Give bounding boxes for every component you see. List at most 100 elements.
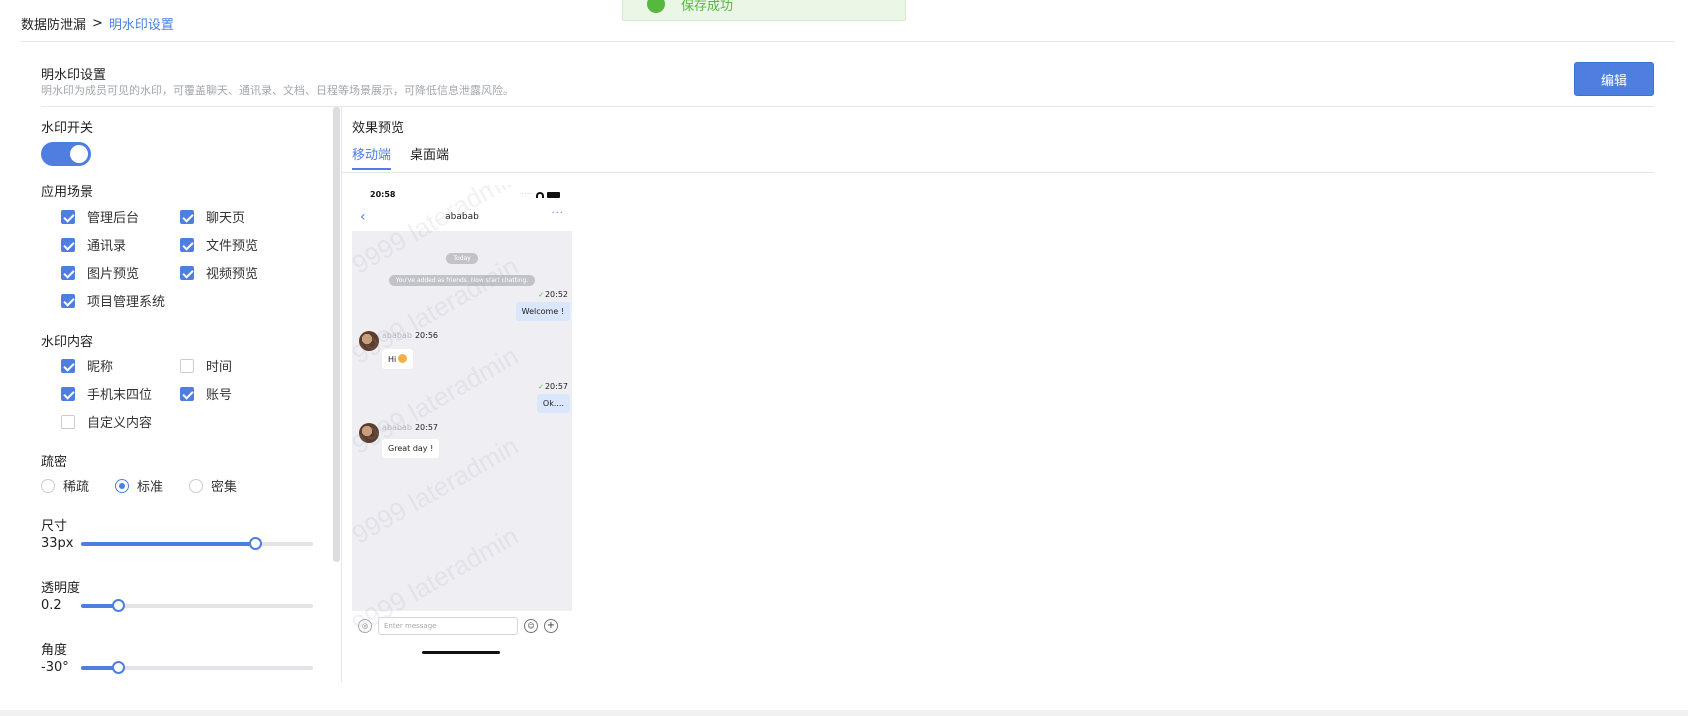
- today-label: Today: [446, 253, 478, 264]
- content-checkbox-phone[interactable]: 手机末四位: [61, 384, 152, 403]
- friend-notice: You've added as friends. Now start chatt…: [388, 275, 536, 286]
- page: 保存成功 数据防泄漏 > 明水印设置 明水印设置 明水印为成员可见的水印，可覆盖…: [0, 0, 1688, 710]
- density-radio-standard[interactable]: 标准: [115, 476, 163, 495]
- angle-label: 角度: [41, 643, 68, 658]
- slider-handle[interactable]: [112, 599, 126, 612]
- avatar: [359, 423, 379, 443]
- content-checkbox-nickname[interactable]: 昵称: [61, 356, 113, 375]
- content-option-label: 昵称: [87, 360, 114, 375]
- content-checkbox-custom[interactable]: 自定义内容: [61, 412, 152, 431]
- settings-scrollbar[interactable]: [333, 107, 340, 562]
- slider-handle[interactable]: [249, 537, 262, 550]
- size-slider[interactable]: [81, 537, 313, 550]
- scene-checkbox-chat[interactable]: 聊天页: [180, 207, 245, 226]
- content-checkbox-account[interactable]: 账号: [180, 384, 232, 403]
- checkbox-icon: [61, 358, 75, 373]
- toast-text: 保存成功: [681, 0, 734, 14]
- scene-checkbox-image-preview[interactable]: 图片预览: [61, 263, 139, 282]
- section-description: 明水印为成员可见的水印，可覆盖聊天、通讯录、文档、日程等场景展示，可降低信息泄露…: [41, 84, 514, 97]
- wifi-icon: [536, 191, 544, 198]
- scene-label: 通讯录: [87, 239, 127, 254]
- checkbox-icon: [180, 209, 194, 224]
- density-radio-dense[interactable]: 密集: [189, 476, 237, 495]
- phone-time: 20:58: [370, 190, 396, 199]
- message-time: ✓20:57: [538, 382, 568, 391]
- message-bubble-sent: Ok....: [536, 394, 570, 413]
- checkbox-icon: [180, 386, 194, 401]
- size-value: 33px: [41, 536, 74, 551]
- content-option-label: 自定义内容: [87, 416, 153, 431]
- tab-desktop[interactable]: 桌面端: [410, 144, 449, 163]
- scene-checkbox-file-preview[interactable]: 文件预览: [180, 235, 258, 254]
- success-toast: 保存成功: [622, 0, 906, 21]
- chat-area: Today You've added as friends. Now start…: [352, 231, 572, 611]
- scene-label: 图片预览: [87, 267, 140, 282]
- emoji-icon: ☺: [524, 619, 538, 633]
- slider-fill: [81, 542, 255, 546]
- opacity-label: 透明度: [41, 581, 81, 596]
- checkbox-icon: [180, 237, 194, 252]
- message-time: ✓20:52: [538, 290, 568, 299]
- breadcrumb-root[interactable]: 数据防泄漏: [21, 14, 86, 33]
- scene-label: 文件预览: [206, 239, 259, 254]
- tab-mobile[interactable]: 移动端: [352, 144, 391, 163]
- slider-handle[interactable]: [112, 661, 126, 674]
- radio-icon: [189, 478, 203, 493]
- contact-name: ababab: [445, 212, 479, 222]
- message-time-text: 20:57: [414, 423, 439, 432]
- switch-knob: [70, 145, 88, 163]
- checkbox-icon: [180, 358, 194, 373]
- scene-checkbox-contacts[interactable]: 通讯录: [61, 235, 126, 254]
- scene-checkbox-video-preview[interactable]: 视频预览: [180, 263, 258, 282]
- scene-checkbox-project[interactable]: 项目管理系统: [61, 291, 165, 310]
- phone-nav-bar: ‹ ababab ···: [352, 207, 572, 229]
- checkbox-icon: [61, 386, 75, 401]
- content-option-label: 时间: [206, 360, 233, 375]
- battery-icon: [547, 191, 560, 198]
- message-sender: ababab 20:57: [382, 423, 438, 432]
- scene-checkbox-admin[interactable]: 管理后台: [61, 207, 139, 226]
- message-time-text: 20:56: [414, 331, 439, 340]
- message-sender: ababab 20:56: [382, 331, 438, 340]
- size-label: 尺寸: [41, 519, 68, 534]
- opacity-slider[interactable]: [81, 599, 313, 612]
- checkbox-icon: [61, 209, 75, 224]
- signal-icon: ····: [521, 191, 533, 198]
- edit-button[interactable]: 编辑: [1574, 62, 1654, 96]
- sender-name: ababab: [382, 423, 412, 432]
- radio-icon: [115, 478, 129, 493]
- message-time-text: 20:52: [544, 290, 568, 299]
- phone-status-bar: 20:58 ····: [352, 185, 572, 207]
- content-option-label: 账号: [206, 388, 233, 403]
- scene-label: 聊天页: [206, 211, 246, 226]
- message-time-text: 20:57: [544, 382, 568, 391]
- scene-label: 管理后台: [87, 211, 140, 226]
- header-divider: [41, 106, 1654, 107]
- checkbox-icon: [61, 265, 75, 280]
- scene-label: 项目管理系统: [87, 295, 166, 310]
- section-title: 明水印设置: [41, 68, 107, 83]
- switch-label: 水印开关: [41, 121, 94, 136]
- more-icon: ···: [551, 208, 564, 219]
- smile-emoji-icon: [398, 354, 408, 363]
- angle-value: -30°: [41, 660, 69, 675]
- content-checkbox-time[interactable]: 时间: [180, 356, 232, 375]
- density-option-label: 稀疏: [63, 480, 90, 495]
- density-radio-sparse[interactable]: 稀疏: [41, 476, 89, 495]
- active-tab-indicator: [352, 168, 391, 170]
- avatar: [359, 331, 379, 351]
- home-indicator: [422, 651, 500, 654]
- friend-notice-pill: You've added as friends. Now start chatt…: [352, 267, 572, 286]
- phone-input-bar: ◎ Enter message ☺ +: [352, 615, 572, 637]
- panel-divider: [341, 107, 342, 682]
- content-label: 水印内容: [41, 335, 94, 350]
- sender-name: ababab: [382, 331, 412, 340]
- angle-slider[interactable]: [81, 661, 313, 674]
- success-check-icon: [647, 0, 665, 13]
- message-bubble-received: Great day !: [382, 439, 440, 458]
- breadcrumb: 数据防泄漏 > 明水印设置: [21, 14, 174, 33]
- scenes-label: 应用场景: [41, 185, 94, 200]
- opacity-value: 0.2: [41, 598, 62, 613]
- mobile-preview: 20:58 ···· ‹ ababab ··· Today You've add…: [352, 185, 572, 660]
- watermark-switch[interactable]: [41, 142, 91, 166]
